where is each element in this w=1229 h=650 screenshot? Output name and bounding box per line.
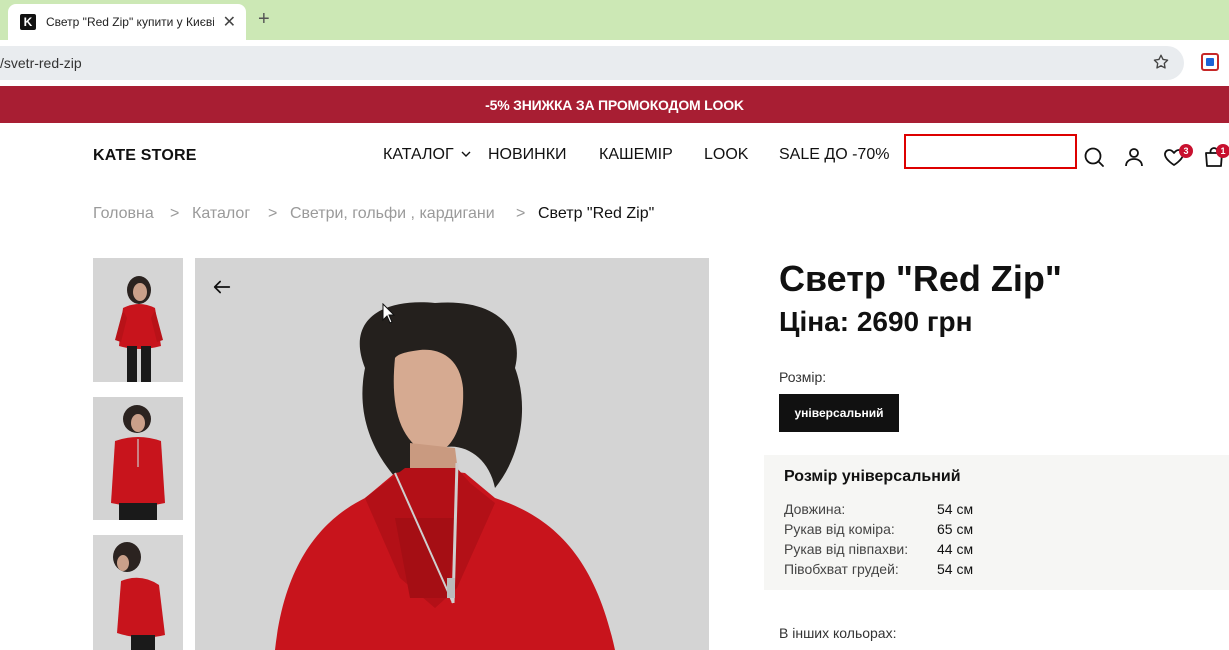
url-text: /svetr-red-zip bbox=[0, 55, 82, 71]
main-photo-art bbox=[195, 258, 709, 650]
arrow-left-icon[interactable] bbox=[211, 276, 233, 298]
wishlist-count-badge: 3 bbox=[1179, 144, 1193, 158]
nav-item-catalog[interactable]: КАТАЛОГ bbox=[383, 146, 454, 164]
product-price: Ціна: 2690 грн bbox=[779, 306, 973, 337]
thumbnail-photo bbox=[93, 258, 183, 382]
promo-banner[interactable]: -5% ЗНИЖКА ЗА ПРОМОКОДОМ LOOK bbox=[0, 86, 1229, 123]
measurement-label: Довжина: bbox=[784, 501, 846, 517]
other-colors-label: В інших кольорах: bbox=[779, 625, 897, 641]
browser-toolbar: /svetr-red-zip bbox=[0, 40, 1229, 86]
product-thumbnail[interactable] bbox=[93, 397, 183, 520]
thumbnail-photo bbox=[93, 397, 183, 520]
nav-item-new[interactable]: НОВИНКИ bbox=[488, 146, 567, 164]
nav-item-look[interactable]: LOOK bbox=[704, 146, 748, 164]
measurement-label: Півобхват грудей: bbox=[784, 561, 899, 577]
breadcrumb-home[interactable]: Головна bbox=[93, 205, 154, 223]
breadcrumb-separator: > bbox=[170, 205, 180, 222]
size-option-button[interactable]: універсальний bbox=[779, 394, 899, 432]
user-icon[interactable] bbox=[1122, 145, 1146, 169]
breadcrumb-separator: > bbox=[268, 205, 278, 222]
measurement-value: 54 см bbox=[937, 501, 974, 517]
browser-tab[interactable]: K Светр "Red Zip" купити у Києві ✕ bbox=[8, 4, 246, 40]
browser-tab-strip: K Светр "Red Zip" купити у Києві ✕ + bbox=[0, 0, 1229, 40]
tab-title: Светр "Red Zip" купити у Києві bbox=[46, 15, 214, 29]
breadcrumb-current: Светр "Red Zip" bbox=[538, 205, 655, 222]
breadcrumb-separator: > bbox=[516, 205, 526, 222]
product-main-image[interactable] bbox=[195, 258, 709, 650]
search-input[interactable] bbox=[904, 134, 1077, 169]
site-logo[interactable]: KATE STORE bbox=[93, 147, 197, 165]
nav-item-cashmere[interactable]: КАШЕМІР bbox=[599, 146, 673, 164]
thumbnail-photo bbox=[93, 535, 183, 650]
breadcrumb-category[interactable]: Светри, гольфи , кардигани bbox=[290, 205, 495, 223]
measurement-label: Рукав від коміра: bbox=[784, 521, 895, 537]
product-thumbnail[interactable] bbox=[93, 258, 183, 382]
new-tab-icon[interactable]: + bbox=[258, 8, 270, 31]
close-tab-icon[interactable]: ✕ bbox=[223, 12, 236, 32]
product-title: Светр "Red Zip" bbox=[779, 258, 1062, 299]
site-favicon: K bbox=[20, 14, 36, 30]
measurement-value: 65 см bbox=[937, 521, 974, 537]
size-details-title: Розмір універсальний bbox=[784, 468, 961, 485]
bookmark-star-icon[interactable] bbox=[1152, 53, 1170, 71]
breadcrumb-catalog[interactable]: Каталог bbox=[192, 205, 250, 223]
extension-icon[interactable] bbox=[1201, 53, 1219, 71]
measurement-value: 44 см bbox=[937, 541, 974, 557]
cart-count-badge: 1 bbox=[1216, 144, 1229, 158]
nav-item-sale[interactable]: SALE ДО -70% bbox=[779, 146, 889, 164]
product-thumbnail[interactable] bbox=[93, 535, 183, 650]
chevron-down-icon bbox=[461, 151, 471, 157]
address-bar[interactable]: /svetr-red-zip bbox=[0, 46, 1184, 80]
measurement-label: Рукав від півпахви: bbox=[784, 541, 909, 557]
measurement-value: 54 см bbox=[937, 561, 974, 577]
size-label: Розмір: bbox=[779, 369, 827, 385]
mouse-cursor-icon bbox=[382, 303, 396, 324]
search-icon[interactable] bbox=[1082, 145, 1106, 169]
size-details-panel: Розмір універсальний Довжина: 54 см Рука… bbox=[764, 455, 1229, 590]
